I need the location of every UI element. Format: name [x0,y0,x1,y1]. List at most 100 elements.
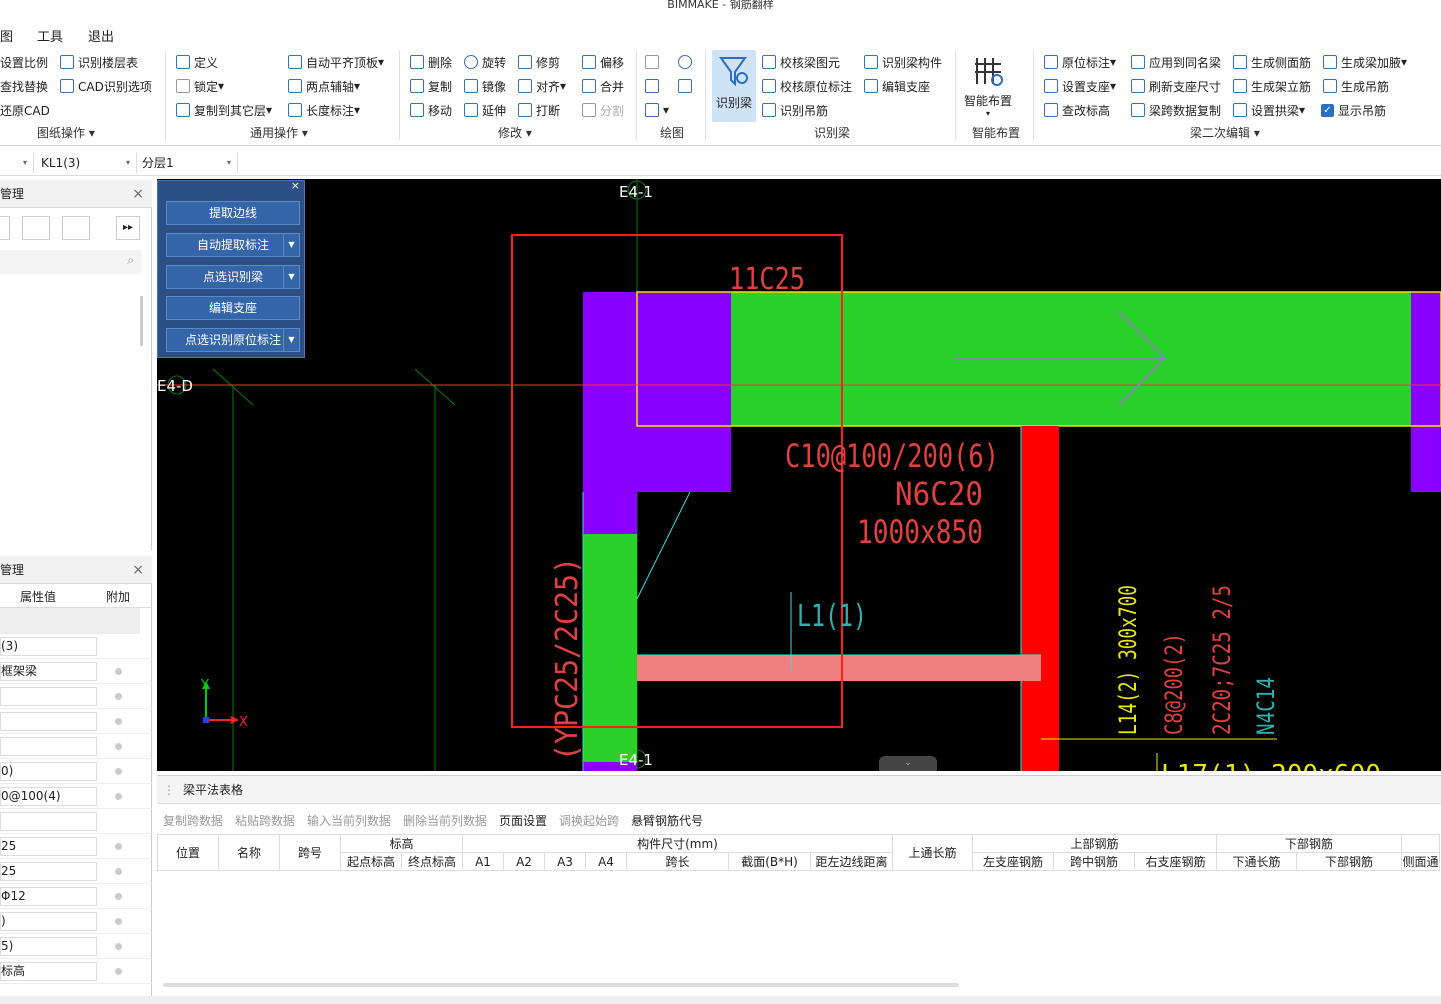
extract-edge-button[interactable]: 提取边线 [166,201,300,225]
apply-same-beam-button[interactable]: 应用到同名梁 [1131,52,1221,72]
define-button[interactable]: 定义 [176,52,218,72]
rect-tool[interactable] [678,76,696,96]
chevron-down-icon[interactable]: ▼ [283,329,299,351]
point-tool[interactable] [645,52,663,72]
cantilever-rebar-code-tool[interactable]: 悬臂钢筋代号 [631,812,703,829]
property-row[interactable]: 5) [0,934,152,959]
paste-span-data-tool[interactable]: 粘贴跨数据 [235,812,295,829]
property-row[interactable] [0,734,152,759]
align-button[interactable]: 对齐 ▾ [518,76,566,96]
vertical-rebar-annotation[interactable]: (YPC25/2C25) [550,557,585,761]
point-recognize-beam-button[interactable]: 点选识别梁 ▼ [166,265,300,289]
collapse-bottom-handle[interactable]: ⌄ [879,756,937,771]
cad-options-button[interactable]: CAD识别选项 [60,76,152,96]
swap-start-span-tool[interactable]: 调换起始跨 [559,812,619,829]
smart-layout-button[interactable]: 智能布置 ▾ [960,50,1016,122]
drawing-canvas[interactable]: E4-1 E4-D E4-1 11C25 C10@100/200(6) N6C2… [157,179,1441,771]
scrollbar[interactable] [140,296,143,346]
recognize-floor-table-button[interactable]: 识别楼层表 [60,52,138,72]
beam-table[interactable]: 位置 名称 跨号 标高 构件尺寸(mm) 上通长筋 上部钢筋 下部钢筋 起点标高… [157,834,1440,871]
secondary-group-label[interactable]: 梁二次编辑 ▾ [1190,124,1260,141]
search-input[interactable]: ⌕ [0,250,142,274]
side2-annotation[interactable]: N4C14 [1252,677,1280,735]
toolbar-button-new[interactable] [0,216,10,240]
line-tool[interactable] [645,76,663,96]
property-row[interactable]: 框架梁 [0,659,152,684]
restore-cad-button[interactable]: 还原CAD [0,100,50,120]
property-row[interactable] [0,809,152,834]
refresh-support-size-button[interactable]: 刷新支座尺寸 [1131,76,1221,96]
generate-haunch-button[interactable]: 生成梁加腋 ▾ [1323,52,1407,72]
menu-item-tools[interactable]: 工具 [37,26,63,45]
break-button[interactable]: 打断 [518,100,560,120]
set-support-button[interactable]: 设置支座 ▾ [1044,76,1116,96]
circle-tool[interactable] [678,52,696,72]
top-rebar-annotation[interactable]: 11C25 [729,262,805,297]
menu-item-view[interactable]: 图 [0,26,13,45]
length-dimension-button[interactable]: 长度标注 ▾ [288,100,360,120]
property-row[interactable]: 0@100(4) [0,784,152,809]
generate-hanger-button[interactable]: 生成吊筋 [1323,76,1389,96]
property-row[interactable]: ) [0,909,152,934]
generate-side-rebar-button[interactable]: 生成侧面筋 [1233,52,1311,72]
merge-button[interactable]: 合并 [582,76,624,96]
copy-component-icon[interactable] [22,216,50,240]
move-button[interactable]: 移动 [410,100,452,120]
edit-support-button[interactable]: 编辑支座 [864,76,930,96]
check-beam-elements-button[interactable]: 校核梁图元 [762,52,840,72]
stirrup-annotation[interactable]: C10@100/200(6) [785,437,999,475]
close-icon[interactable]: × [132,180,144,208]
property-row[interactable]: 25 [0,859,152,884]
trim-button[interactable]: 修剪 [518,52,560,72]
delete-column-data-tool[interactable]: 删除当前列数据 [403,812,487,829]
auto-align-slab-button[interactable]: 自动平齐顶板 ▾ [288,52,384,72]
section-size-annotation[interactable]: 1000x850 [857,513,983,551]
recognize-hanger-button[interactable]: 识别吊筋 [762,100,828,120]
rebar2-annotation[interactable]: 2C20;7C25 2/5 [1208,585,1236,735]
recognize-beam-component-button[interactable]: 识别梁构件 [864,52,942,72]
menu-item-exit[interactable]: 退出 [88,26,114,45]
show-hanger-checkbox[interactable]: ✓ 显示吊筋 [1321,100,1386,120]
drag-handle-icon[interactable]: ⋮ [163,776,175,804]
beam-l14-label[interactable]: L14(2) 300x700 [1114,585,1142,735]
layer-copy-icon[interactable] [62,216,90,240]
modify-group-label[interactable]: 修改 ▾ [498,124,532,141]
side-rebar-annotation[interactable]: N6C20 [895,475,983,513]
extend-button[interactable]: 延伸 [464,100,506,120]
set-arch-beam-button[interactable]: 设置拱梁 ▾ [1233,100,1305,120]
input-column-data-tool[interactable]: 输入当前列数据 [307,812,391,829]
offset-button[interactable]: 偏移 [582,52,624,72]
delete-button[interactable]: 删除 [410,52,452,72]
two-point-axis-button[interactable]: 两点辅轴 ▾ [288,76,360,96]
original-annotation-button[interactable]: 原位标注 ▾ [1044,52,1116,72]
recognize-beam-button[interactable]: 识别梁 [712,50,756,122]
auto-extract-annotation-button[interactable]: 自动提取标注 ▼ [166,233,300,257]
point-recognize-annotation-button[interactable]: 点选识别原位标注 ▼ [166,328,300,352]
check-original-annotation-button[interactable]: 校核原位标注 [762,76,852,96]
beam-l1-label[interactable]: L1(1) [797,599,867,634]
property-row[interactable]: 25 [0,834,152,859]
mirror-button[interactable]: 镜像 [464,76,506,96]
edit-support-panel-button[interactable]: 编辑支座 [166,296,300,320]
copy-button[interactable]: 复制 [410,76,452,96]
property-row[interactable]: (3) [0,634,152,659]
property-row[interactable]: 0) [0,759,152,784]
stirrup2-annotation[interactable]: C8@200(2) [1160,633,1188,735]
element-select[interactable]: KL1(3) ▾ [37,153,137,173]
property-row[interactable]: 标高 [0,959,152,984]
copy-span-data-tool[interactable]: 复制跨数据 [163,812,223,829]
chevron-down-icon[interactable]: ▼ [283,234,299,256]
property-row[interactable] [0,709,152,734]
set-scale-button[interactable]: 设置比例 [0,52,48,72]
generate-erection-rebar-button[interactable]: 生成架立筋 [1233,76,1311,96]
more-icon[interactable]: ▸▸ [116,216,140,240]
category-select[interactable]: ▾ [0,153,34,173]
rotate-button[interactable]: 旋转 [464,52,506,72]
beam-l17-label[interactable]: L17(1) 200x600 [1161,760,1381,771]
copy-span-data-button[interactable]: 梁跨数据复制 [1131,100,1221,120]
edit-elevation-button[interactable]: 查改标高 [1044,100,1110,120]
close-icon[interactable]: × [291,179,300,192]
split-button[interactable]: 分割 [582,100,624,120]
property-row[interactable]: Φ12 [0,884,152,909]
layer-select[interactable]: 分层1 ▾ [138,153,238,173]
